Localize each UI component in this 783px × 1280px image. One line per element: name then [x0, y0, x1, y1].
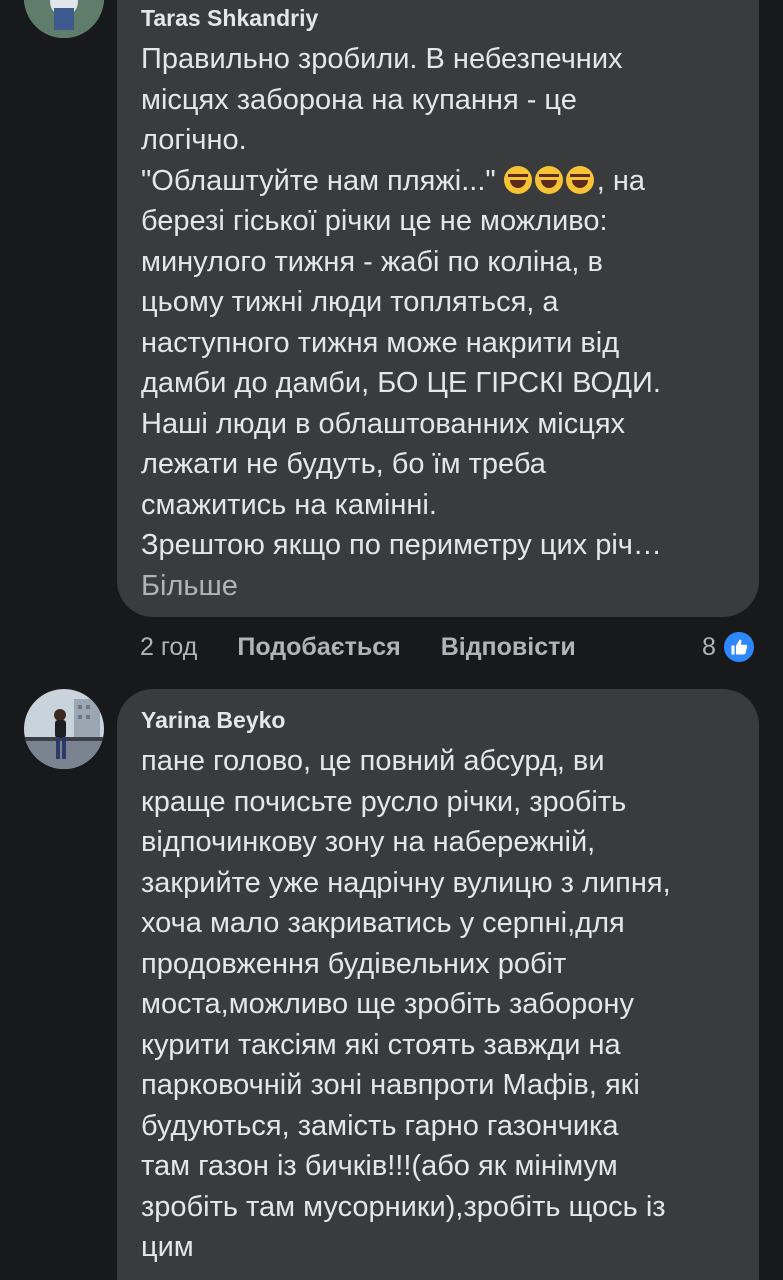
- comment-line: "Облаштуйте нам пляжі..." , на: [141, 161, 662, 202]
- comment-line: там газон із бичків!!!(або як мінімум: [141, 1150, 618, 1182]
- comment-line: будуються, замість гарно газончика: [141, 1109, 619, 1142]
- comment-line: смажитись на камінні.: [141, 488, 437, 521]
- comment-bubble: Yarina Beyko пане голово, це повний абсу…: [117, 689, 759, 1280]
- comment-text: Правильно зробили. В небезпечних місцях …: [141, 39, 662, 606]
- comment-line: краще почисьте русло річки, зробіть: [141, 785, 627, 818]
- comment-line: Наші люди в облаштованних місцях: [141, 407, 626, 440]
- comment-actions: 2 год Подобається Відповісти: [140, 627, 616, 667]
- rolling-laughing-emoji-icon: [503, 165, 532, 194]
- comment-line: цьому тижні люди топляться, а: [141, 286, 559, 318]
- comment-line-suffix: , на: [596, 164, 646, 197]
- comment-line: закрийте уже надрічну вулицю з липня,: [141, 866, 671, 899]
- comment-line: відпочинкову зону на набережній,: [141, 826, 596, 858]
- reply-button[interactable]: Відповісти: [441, 633, 576, 662]
- comment-author[interactable]: Taras Shkandriy: [141, 3, 318, 33]
- rolling-laughing-emoji-icon: [534, 165, 563, 194]
- comment-bubble: Taras Shkandriy Правильно зробили. В неб…: [117, 0, 759, 617]
- comment-line: зробіть там мусорники),зробіть щось із: [141, 1190, 666, 1223]
- comment-line: дамби до дамби, БО ЦЕ ГІРСКІ ВОДИ.: [141, 367, 661, 399]
- avatar[interactable]: [24, 0, 104, 38]
- comment-line: продовження будівельних робіт: [141, 947, 567, 980]
- comment-line: цим: [141, 1231, 194, 1263]
- rolling-laughing-emoji-icon: [565, 165, 594, 194]
- comments-feed: Taras Shkandriy Правильно зробили. В неб…: [0, 0, 783, 1280]
- comment-author[interactable]: Yarina Beyko: [141, 705, 285, 735]
- comment-line-text: "Облаштуйте нам пляжі...": [141, 164, 504, 197]
- see-more-link[interactable]: Більше: [141, 566, 662, 606]
- comment-line: березі гіської річки це не можливо:: [141, 205, 608, 237]
- comment-line: минулого тижня - жабі по коліна, в: [141, 245, 603, 278]
- comment-line: курити таксіям які стоять завжди на: [141, 1028, 621, 1061]
- reaction-summary[interactable]: 8: [702, 627, 756, 667]
- avatar[interactable]: [24, 689, 104, 769]
- comment-line: наступного тижня може накрити від: [141, 326, 620, 359]
- like-button[interactable]: Подобається: [237, 633, 400, 662]
- comment-line: парковочній зоні навпроти Мафів, які: [141, 1069, 640, 1101]
- reaction-count: 8: [702, 632, 716, 661]
- comment-timestamp[interactable]: 2 год: [140, 633, 197, 662]
- comment-line: Зрештою якщо по периметру цих річ…: [141, 529, 662, 561]
- comment-line: логічно.: [141, 124, 247, 156]
- comment-text: пане голово, це повний абсурд, ви краще …: [141, 741, 671, 1268]
- comment-line: місцях заборона на купання - це: [141, 83, 577, 116]
- comment-line: пане голово, це повний абсурд, ви: [141, 745, 605, 777]
- comment-line: хоча мало закриватись у серпні,для: [141, 907, 625, 939]
- like-icon: [721, 630, 756, 664]
- comment-line: моста,можливо ще зробіть заборону: [141, 988, 634, 1020]
- comment-line: Правильно зробили. В небезпечних: [141, 43, 623, 75]
- comment-line: лежати не будуть, бо їм треба: [141, 448, 546, 480]
